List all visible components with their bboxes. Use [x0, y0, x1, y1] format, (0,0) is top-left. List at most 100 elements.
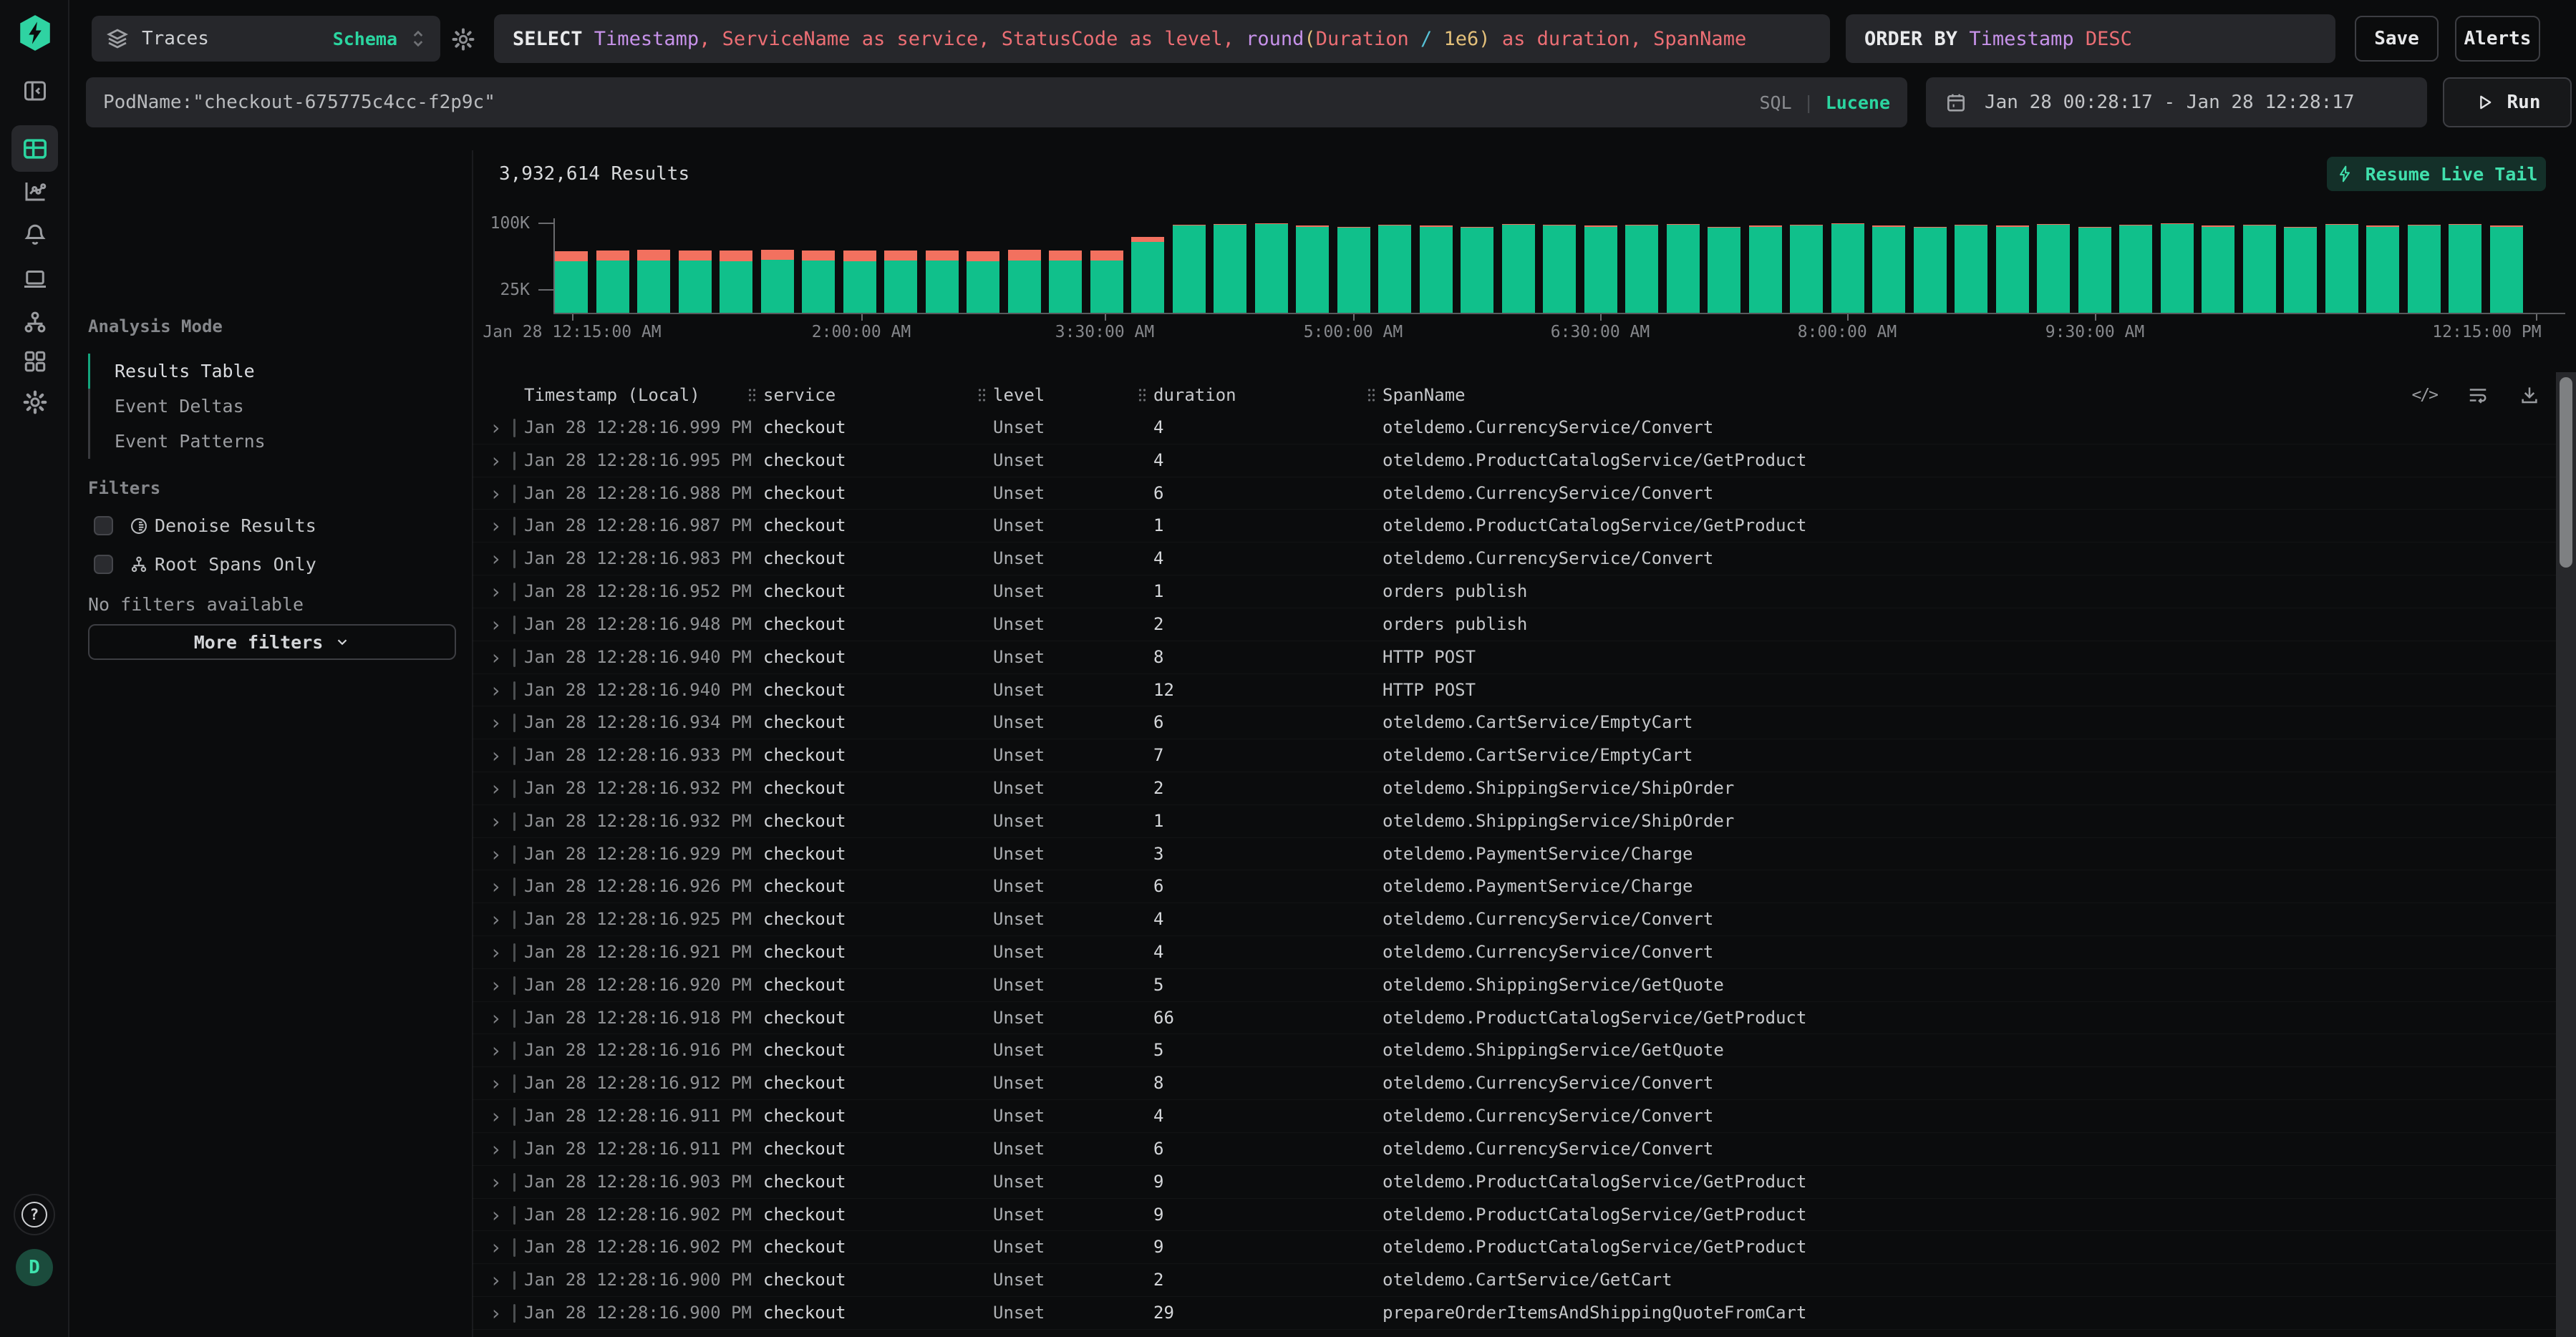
- expand-row-chevron[interactable]: ›: [490, 1231, 502, 1264]
- histogram-bar[interactable]: [1996, 225, 2029, 313]
- table-row[interactable]: › Jan 28 12:28:16.929 PM checkout Unset …: [473, 838, 2556, 871]
- table-row[interactable]: › Jan 28 12:28:16.987 PM checkout Unset …: [473, 510, 2556, 543]
- histogram-bar[interactable]: [843, 251, 876, 313]
- histogram-bar[interactable]: [1131, 237, 1164, 313]
- table-row[interactable]: › Jan 28 12:28:16.925 PM checkout Unset …: [473, 903, 2556, 936]
- table-row[interactable]: › Jan 28 12:28:16.948 PM checkout Unset …: [473, 608, 2556, 641]
- histogram-bar[interactable]: [2366, 225, 2399, 313]
- expand-row-chevron[interactable]: ›: [490, 772, 502, 805]
- histogram-bar[interactable]: [2325, 224, 2358, 313]
- expand-row-chevron[interactable]: ›: [490, 543, 502, 575]
- histogram-bar[interactable]: [1667, 224, 1700, 313]
- histogram-bar[interactable]: [1625, 225, 1658, 313]
- nav-chart-explorer[interactable]: [0, 175, 69, 208]
- histogram-bar[interactable]: [1420, 225, 1453, 313]
- table-row[interactable]: › Jan 28 12:28:16.940 PM checkout Unset …: [473, 641, 2556, 674]
- text-wrap-icon[interactable]: [2467, 384, 2489, 406]
- histogram-bar[interactable]: [720, 251, 752, 313]
- query-language-toggle[interactable]: SQL | Lucene: [1759, 92, 1890, 113]
- drag-handle-icon[interactable]: [1138, 388, 1147, 402]
- expand-row-chevron[interactable]: ›: [490, 1067, 502, 1100]
- expand-row-chevron[interactable]: ›: [490, 1297, 502, 1330]
- order-by-editor[interactable]: ORDER BY Timestamp DESC: [1846, 14, 2335, 63]
- expand-row-chevron[interactable]: ›: [490, 412, 502, 444]
- expand-row-chevron[interactable]: ›: [490, 706, 502, 739]
- download-icon[interactable]: [2519, 384, 2540, 406]
- more-filters-button[interactable]: More filters: [88, 624, 456, 660]
- histogram-bar[interactable]: [2037, 224, 2070, 313]
- table-row[interactable]: › Jan 28 12:28:16.900 PM checkout Unset …: [473, 1297, 2556, 1330]
- histogram-bar[interactable]: [1049, 251, 1082, 313]
- table-row[interactable]: › Jan 28 12:28:16.926 PM checkout Unset …: [473, 870, 2556, 903]
- expand-row-chevron[interactable]: ›: [490, 477, 502, 510]
- nav-settings[interactable]: [0, 386, 69, 419]
- expand-row-chevron[interactable]: ›: [490, 1100, 502, 1133]
- histogram-bar[interactable]: [1749, 225, 1782, 313]
- user-avatar[interactable]: D: [16, 1249, 53, 1286]
- nav-alerts[interactable]: [0, 218, 69, 251]
- histogram-bar[interactable]: [2284, 227, 2317, 313]
- histogram-bar[interactable]: [1831, 223, 1864, 313]
- run-query-button[interactable]: Run: [2443, 77, 2572, 127]
- nav-services[interactable]: [0, 306, 69, 339]
- expand-row-chevron[interactable]: ›: [490, 1002, 502, 1035]
- analysis-mode-event-deltas[interactable]: Event Deltas: [88, 389, 460, 424]
- drag-handle-icon[interactable]: [1367, 388, 1376, 402]
- histogram-bar[interactable]: [1214, 224, 1246, 313]
- histogram-bar[interactable]: [1378, 225, 1411, 313]
- vertical-scrollbar-thumb[interactable]: [2560, 377, 2572, 568]
- chart-plot[interactable]: [555, 217, 2565, 313]
- table-row[interactable]: › Jan 28 12:28:16.999 PM checkout Unset …: [473, 412, 2556, 444]
- histogram-bar[interactable]: [1255, 223, 1288, 313]
- histogram-bar[interactable]: [1543, 225, 1576, 313]
- analysis-mode-results-table[interactable]: Results Table: [88, 354, 460, 389]
- search-bar[interactable]: SQL | Lucene: [86, 77, 1907, 127]
- select-clause-editor[interactable]: SELECT Timestamp, ServiceName as service…: [494, 14, 1830, 63]
- histogram-bar[interactable]: [2408, 225, 2441, 313]
- expand-row-chevron[interactable]: ›: [490, 641, 502, 674]
- table-row[interactable]: › Jan 28 12:28:16.920 PM checkout Unset …: [473, 969, 2556, 1002]
- column-header-level[interactable]: level: [993, 382, 1045, 408]
- lucene-mode-option[interactable]: Lucene: [1826, 92, 1890, 113]
- expand-row-chevron[interactable]: ›: [490, 739, 502, 772]
- table-row[interactable]: › Jan 28 12:28:16.933 PM checkout Unset …: [473, 739, 2556, 772]
- histogram-bar[interactable]: [2078, 227, 2111, 313]
- histogram-bar[interactable]: [884, 251, 917, 313]
- table-row[interactable]: › Jan 28 12:28:16.934 PM checkout Unset …: [473, 706, 2556, 739]
- root-spans-checkbox[interactable]: [94, 555, 113, 574]
- histogram-bar[interactable]: [1173, 225, 1206, 313]
- column-header-spanname[interactable]: SpanName: [1383, 382, 1466, 408]
- table-row[interactable]: › Jan 28 12:28:16.932 PM checkout Unset …: [473, 772, 2556, 805]
- source-selector[interactable]: Traces Schema: [92, 16, 440, 62]
- histogram-bar[interactable]: [2449, 224, 2481, 313]
- table-row[interactable]: › Jan 28 12:28:16.932 PM checkout Unset …: [473, 805, 2556, 838]
- histogram-bar[interactable]: [1502, 224, 1535, 313]
- histogram-bar[interactable]: [2161, 223, 2194, 313]
- root-spans-toggle[interactable]: Root Spans Only: [94, 554, 316, 575]
- expand-row-chevron[interactable]: ›: [490, 805, 502, 838]
- nav-search[interactable]: [11, 125, 58, 172]
- table-row[interactable]: › Jan 28 12:28:16.902 PM checkout Unset …: [473, 1231, 2556, 1264]
- histogram-bar[interactable]: [2243, 225, 2276, 313]
- table-row[interactable]: › Jan 28 12:28:16.916 PM checkout Unset …: [473, 1034, 2556, 1067]
- view-source-button[interactable]: </>: [2411, 386, 2437, 404]
- histogram-bar[interactable]: [637, 250, 670, 313]
- resume-live-tail-button[interactable]: Resume Live Tail: [2327, 157, 2546, 191]
- histogram-bar[interactable]: [2202, 225, 2234, 313]
- expand-row-chevron[interactable]: ›: [490, 1264, 502, 1297]
- table-row[interactable]: › Jan 28 12:28:16.983 PM checkout Unset …: [473, 543, 2556, 575]
- histogram-bar[interactable]: [1461, 227, 1493, 313]
- nav-dashboards[interactable]: [0, 345, 69, 378]
- sql-mode-option[interactable]: SQL: [1759, 92, 1791, 113]
- histogram-bar[interactable]: [1955, 225, 1987, 313]
- time-range-picker[interactable]: Jan 28 00:28:17 - Jan 28 12:28:17: [1926, 77, 2427, 127]
- histogram-bar[interactable]: [802, 251, 835, 313]
- table-row[interactable]: › Jan 28 12:28:16.900 PM checkout Unset …: [473, 1330, 2556, 1337]
- table-row[interactable]: › Jan 28 12:28:16.912 PM checkout Unset …: [473, 1067, 2556, 1100]
- histogram-bar[interactable]: [1090, 251, 1123, 313]
- table-row[interactable]: › Jan 28 12:28:16.900 PM checkout Unset …: [473, 1264, 2556, 1297]
- histogram-bar[interactable]: [761, 250, 794, 313]
- drag-handle-icon[interactable]: [747, 388, 757, 402]
- save-button[interactable]: Save: [2355, 16, 2439, 62]
- histogram-bar[interactable]: [596, 251, 629, 313]
